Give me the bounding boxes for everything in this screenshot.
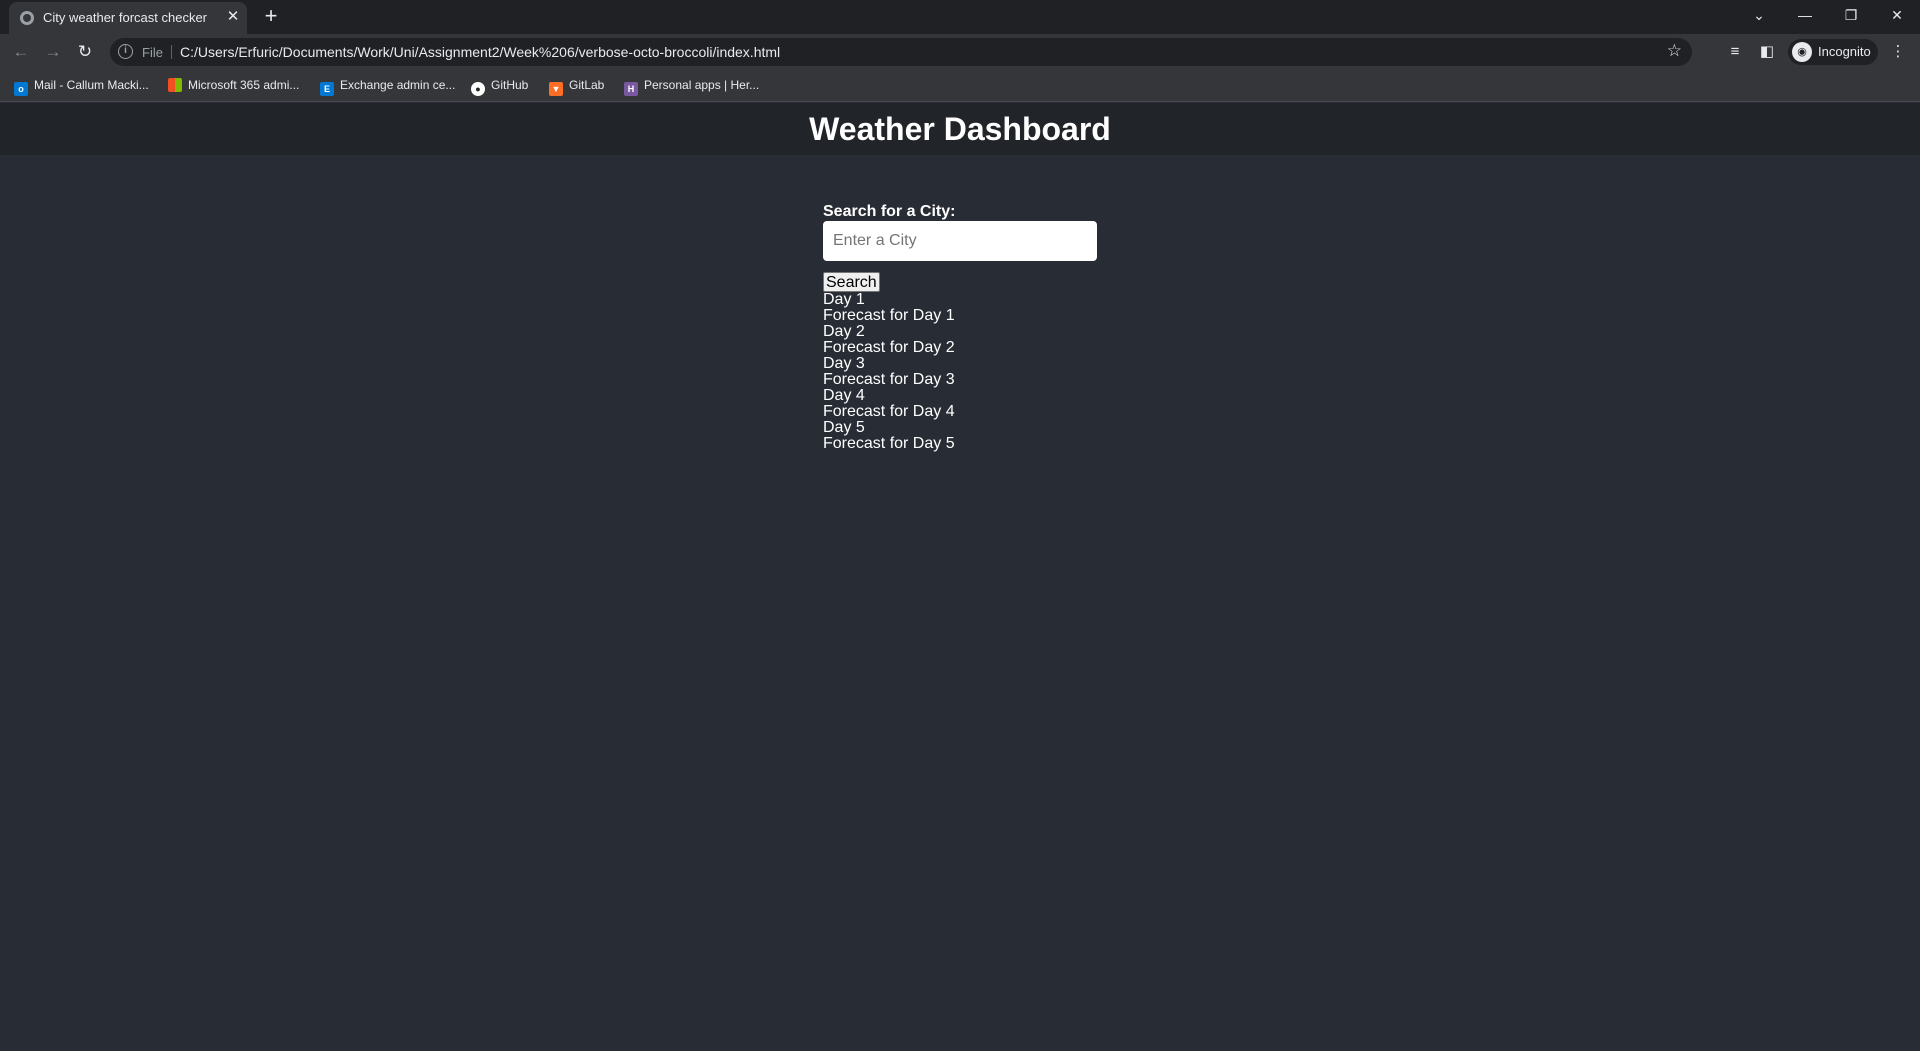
tab-search-chevron-icon[interactable]: ⌄ [1736, 0, 1782, 30]
bookmark-label: Exchange admin ce... [340, 78, 456, 92]
page-title: Weather Dashboard [809, 111, 1111, 147]
forecast-text: Forecast for Day 3 [823, 371, 955, 388]
divider [171, 45, 172, 59]
search-button[interactable]: Search [823, 272, 880, 292]
reading-list-icon[interactable]: ≡ [1725, 42, 1745, 62]
incognito-icon: ◉ [1792, 42, 1812, 62]
tab-strip: City weather forcast checker ✕ + ⌄ — ❐ ✕ [0, 0, 1920, 34]
address-bar[interactable]: i File C:/Users/Erfuric/Documents/Work/U… [110, 38, 1692, 66]
forecast-text: Forecast for Day 4 [823, 403, 955, 420]
forecast-day-label: Day 3 [823, 355, 865, 372]
incognito-label: Incognito [1818, 44, 1871, 59]
bookmark-label: Personal apps | Her... [644, 78, 760, 92]
forecast-day-label: Day 4 [823, 387, 865, 404]
forecast-text: Forecast for Day 5 [823, 435, 955, 452]
bookmark-label: Mail - Callum Macki... [34, 78, 149, 92]
url-text[interactable]: C:/Users/Erfuric/Documents/Work/Uni/Assi… [180, 44, 780, 60]
bookmark-item[interactable]: E Exchange admin ce... [320, 78, 455, 96]
restore-button[interactable]: ❐ [1828, 0, 1874, 30]
exchange-icon: E [320, 82, 334, 96]
browser-toolbar: ← → ↻ i File C:/Users/Erfuric/Documents/… [0, 34, 1920, 71]
forecast-day-label: Day 5 [823, 419, 865, 436]
browser-tab[interactable]: City weather forcast checker ✕ [9, 2, 247, 34]
incognito-indicator[interactable]: ◉ Incognito [1788, 39, 1878, 65]
heroku-icon: H [624, 82, 638, 96]
bookmark-item[interactable]: H Personal apps | Her... [624, 78, 759, 96]
back-button[interactable]: ← [8, 39, 34, 65]
info-icon[interactable]: i [118, 44, 133, 59]
close-tab-icon[interactable]: ✕ [223, 7, 243, 27]
forecast-day-label: Day 2 [823, 323, 865, 340]
new-tab-button[interactable]: + [259, 5, 283, 29]
url-scheme-label: File [142, 45, 163, 60]
bookmark-label: GitLab [569, 78, 605, 92]
bookmark-label: GitHub [491, 78, 529, 92]
github-icon: ● [471, 82, 485, 96]
gitlab-icon: ▼ [549, 82, 563, 96]
forward-button[interactable]: → [40, 39, 66, 65]
close-window-button[interactable]: ✕ [1874, 0, 1920, 30]
forecast-text: Forecast for Day 2 [823, 339, 955, 356]
bookmark-item[interactable]: Microsoft 365 admi... [168, 78, 299, 96]
bookmark-star-icon[interactable]: ☆ [1667, 41, 1682, 61]
tab-title: City weather forcast checker [43, 10, 208, 25]
forecast-day-label: Day 1 [823, 291, 865, 308]
search-label: Search for a City: [823, 203, 956, 220]
forecast-list: Day 1 Forecast for Day 1 Day 2 Forecast … [823, 292, 955, 452]
bookmark-item[interactable]: ▼ GitLab [549, 78, 604, 96]
side-panel-icon[interactable]: ◧ [1757, 42, 1777, 62]
microsoft-icon [168, 78, 182, 92]
bookmark-item[interactable]: ● GitHub [471, 78, 528, 96]
menu-kebab-icon[interactable]: ⋮ [1888, 42, 1908, 62]
page-header: Weather Dashboard [0, 103, 1920, 155]
minimize-button[interactable]: — [1782, 0, 1828, 30]
bookmarks-bar: o Mail - Callum Macki... Microsoft 365 ad… [0, 71, 1920, 102]
bookmark-label: Microsoft 365 admi... [188, 78, 300, 92]
globe-icon [20, 11, 34, 25]
outlook-icon: o [14, 82, 28, 96]
forecast-text: Forecast for Day 1 [823, 307, 955, 324]
city-search-input[interactable] [823, 221, 1097, 261]
bookmark-item[interactable]: o Mail - Callum Macki... [14, 78, 149, 96]
reload-button[interactable]: ↻ [72, 39, 98, 65]
